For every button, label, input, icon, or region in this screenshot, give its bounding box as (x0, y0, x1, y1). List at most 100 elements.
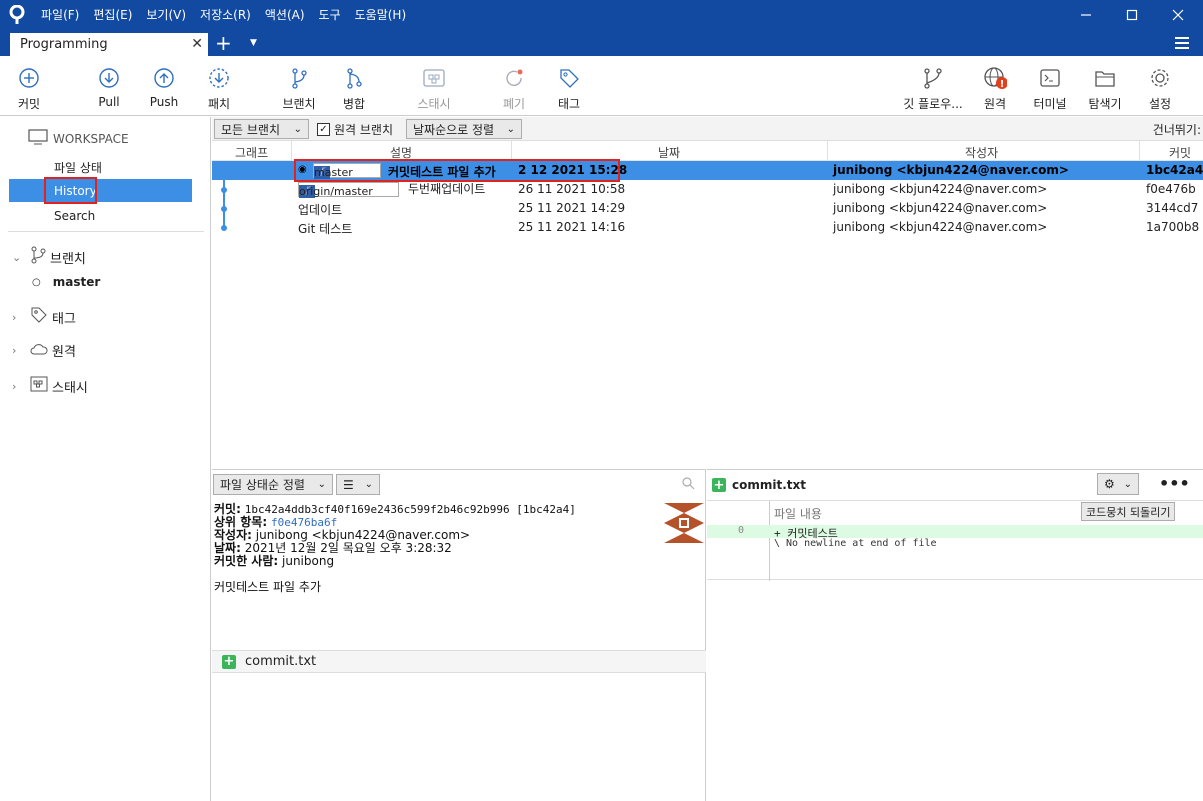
tab-programming[interactable]: Programming ✕ (10, 33, 208, 56)
close-window-button[interactable] (1155, 0, 1201, 30)
commit-row[interactable]: ᚴ origin/master 두번째업데이트 26 11 2021 10:58… (212, 180, 1203, 199)
fetch-icon (207, 66, 231, 90)
folder-icon (1093, 66, 1117, 90)
menu-file[interactable]: 파일(F) (34, 0, 86, 30)
commit-description: 업데이트 (298, 203, 343, 217)
sort-date-dropdown[interactable]: 날짜순으로 정렬 ⌄ (406, 119, 522, 139)
menu-repository[interactable]: 저장소(R) (193, 0, 258, 30)
committer-value: junibong (282, 554, 335, 568)
revert-hunk-button[interactable]: 코드뭉치 되돌리기 (1081, 502, 1176, 521)
all-branches-dropdown[interactable]: 모든 브랜치 ⌄ (214, 119, 309, 139)
hamburger-menu-icon[interactable] (1175, 37, 1189, 52)
column-date[interactable]: 날짜 (658, 144, 680, 161)
hunk-header: 파일 내용 (774, 507, 822, 521)
author-value: junibong <kbjun4224@naver.com> (255, 528, 471, 542)
svg-text:!: ! (1000, 79, 1005, 90)
menu-help[interactable]: 도움말(H) (348, 0, 414, 30)
discard-button[interactable]: 폐기 (486, 66, 542, 112)
settings-button[interactable]: 설정 (1132, 66, 1188, 112)
sidebar-item-search[interactable]: Search (54, 209, 95, 223)
sidebar-group-tags[interactable]: › 태그 (12, 306, 76, 328)
git-flow-button[interactable]: 깃 플로우... (902, 66, 964, 112)
menu-tools[interactable]: 도구 (312, 0, 348, 30)
checkbox-checked-icon: ✓ (317, 123, 330, 136)
git-flow-icon (921, 66, 945, 90)
cloud-icon (30, 342, 48, 360)
minimize-button[interactable] (1063, 0, 1109, 30)
committer-label: 커밋한 사람: (214, 554, 279, 568)
gear-icon: ⚙ (1104, 477, 1115, 491)
remote-button[interactable]: ! 원격 (967, 66, 1023, 112)
commit-hash-label: 커밋: (214, 502, 241, 516)
commit-label: 커밋 (17, 97, 41, 111)
column-graph[interactable]: 그래프 (235, 144, 268, 161)
selected-commit-highlight-box (294, 159, 620, 182)
sort-date-label: 날짜순으로 정렬 (413, 122, 495, 137)
stash-button[interactable]: 스태시 (406, 66, 462, 112)
menu-actions[interactable]: 액션(A) (258, 0, 312, 30)
sidebar-item-master[interactable]: ○ master (32, 275, 100, 289)
search-icon[interactable] (682, 477, 695, 493)
explorer-button[interactable]: 탐색기 (1077, 66, 1133, 112)
sidebar-group-stashes[interactable]: › 스태시 (12, 376, 88, 396)
jump-to-label[interactable]: 건너뛰기: (1153, 121, 1201, 138)
new-tab-button[interactable]: + (215, 31, 232, 55)
line-number: 0 (738, 525, 745, 536)
commit-list-header: 그래프 설명 날짜 작성자 커밋 (212, 141, 1203, 161)
remote-label: 원격 (983, 97, 1007, 111)
commit-row[interactable]: 업데이트 25 11 2021 14:29 junibong <kbjun422… (212, 199, 1203, 218)
column-author[interactable]: 작성자 (965, 144, 998, 161)
file-status-sort-dropdown[interactable]: 파일 상태순 정렬 ⌄ (213, 474, 333, 495)
branches-label: 브랜치 (50, 251, 86, 267)
date-label: 날짜: (214, 541, 241, 555)
branch-label-origin-master[interactable]: ᚴ origin/master (298, 182, 399, 198)
title-bar: 파일(F) 편집(E) 보기(V) 저장소(R) 액션(A) 도구 도움말(H) (0, 0, 1203, 30)
added-line: 0 + 커밋테스트 (707, 525, 1203, 540)
merge-label: 병합 (342, 97, 366, 111)
commit-message: 커밋테스트 파일 추가 (214, 580, 321, 594)
ref-text: origin/master (299, 185, 373, 198)
menu-view[interactable]: 보기(V) (139, 0, 193, 30)
chevron-down-icon: ⌄ (506, 123, 515, 135)
chevron-down-icon: ⌄ (293, 123, 302, 135)
commit-button[interactable]: 커밋 (1, 66, 57, 112)
sidebar-item-file-status[interactable]: 파일 상태 (54, 159, 102, 176)
all-branches-label: 모든 브랜치 (221, 122, 281, 137)
monitor-icon (28, 129, 48, 148)
terminal-button[interactable]: 터미널 (1022, 66, 1078, 112)
close-tab-icon[interactable]: ✕ (191, 36, 203, 52)
stash-label: 스태시 (417, 97, 451, 111)
tags-label: 태그 (52, 311, 76, 327)
push-button[interactable]: Push (136, 66, 192, 109)
tab-dropdown-icon[interactable]: ▼ (250, 38, 257, 48)
remote-branches-checkbox[interactable]: ✓ 원격 브랜치 (317, 121, 393, 138)
sidebar-group-branches[interactable]: ⌄ 브랜치 (12, 246, 86, 268)
diff-options-dropdown[interactable]: ⚙ ⌄ (1097, 473, 1139, 495)
workspace-header: WORKSPACE (28, 129, 129, 148)
maximize-button[interactable] (1109, 0, 1155, 30)
commit-author: junibong <kbjun4224@naver.com> (833, 182, 1048, 196)
tag-button[interactable]: 태그 (541, 66, 597, 112)
merge-button[interactable]: 병합 (326, 66, 382, 112)
file-added-icon: + (712, 477, 726, 493)
changed-file-row[interactable]: + commit.txt (212, 650, 706, 673)
branch-button[interactable]: 브랜치 (271, 66, 327, 112)
pull-button[interactable]: Pull (81, 66, 137, 109)
chevron-down-icon: ⌄ (317, 479, 326, 490)
date-value: 2021년 12월 2일 목요일 오후 3:28:32 (244, 541, 452, 555)
view-mode-dropdown[interactable]: ☰ ⌄ (336, 474, 380, 495)
fetch-button[interactable]: 패치 (191, 66, 247, 112)
commit-author: junibong <kbjun4224@naver.com> (833, 220, 1048, 234)
file-added-icon: + (222, 654, 236, 669)
diff-hunk: 파일 내용 코드뭉치 되돌리기 0 + 커밋테스트 \ No newline a… (707, 500, 1203, 581)
more-options-icon[interactable]: ••• (1159, 474, 1190, 493)
commit-row[interactable]: Git 테스트 25 11 2021 14:16 junibong <kbjun… (212, 218, 1203, 237)
gear-icon (1148, 66, 1172, 90)
commit-date: 26 11 2021 10:58 (518, 182, 626, 196)
menu-edit[interactable]: 편집(E) (86, 0, 139, 30)
revert-hunk-label: 코드뭉치 되돌리기 (1086, 505, 1171, 519)
list-icon: ☰ (343, 477, 354, 492)
sidebar-group-remotes[interactable]: › 원격 (12, 341, 76, 360)
discard-label: 폐기 (502, 97, 526, 111)
column-commit[interactable]: 커밋 (1169, 144, 1191, 161)
